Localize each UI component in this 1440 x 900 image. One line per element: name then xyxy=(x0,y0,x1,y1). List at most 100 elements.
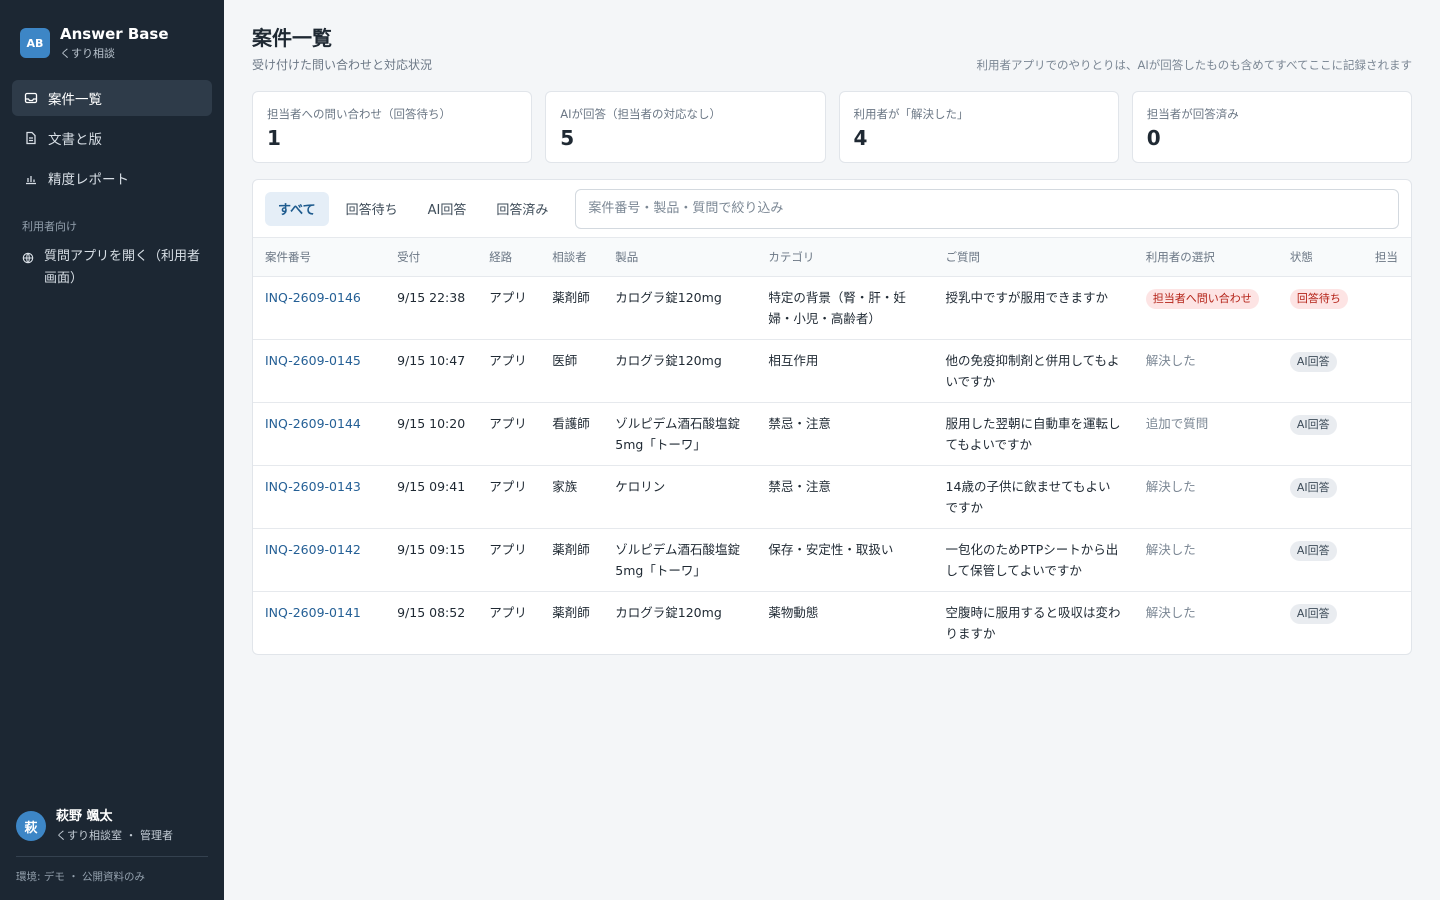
choice-cell: 追加で質問 xyxy=(1133,402,1278,466)
case-id-link[interactable]: INQ-2609-0142 xyxy=(265,542,361,557)
column-header[interactable]: 受付 xyxy=(385,238,478,277)
assignee-cell xyxy=(1362,339,1411,403)
inbox-icon xyxy=(24,91,38,105)
table-row[interactable]: INQ-2609-0146 9/15 22:38 アプリ 薬剤師 カログラ錠12… xyxy=(253,276,1411,340)
page-subtitle: 受け付けた問い合わせと対応状況 xyxy=(252,58,433,72)
avatar: 萩 xyxy=(16,811,46,841)
question-cell: 他の免疫抑制剤と併用してもよいですか xyxy=(933,339,1134,403)
status-badge: AI回答 xyxy=(1289,540,1337,561)
product-cell: ゾルピデム酒石酸塩錠5mg「トーワ」 xyxy=(603,402,757,466)
status-badge: AI回答 xyxy=(1289,477,1337,498)
tab-awaiting[interactable]: 回答待ち xyxy=(333,192,411,226)
status-badge: AI回答 xyxy=(1289,603,1337,624)
nav-section-label: 利用者向け xyxy=(22,220,77,233)
received-cell: 9/15 10:20 xyxy=(385,402,478,466)
case-id-link[interactable]: INQ-2609-0145 xyxy=(265,353,361,368)
table-row[interactable]: INQ-2609-0143 9/15 09:41 アプリ 家族 ケロリン 禁忌・… xyxy=(253,465,1411,529)
search-input[interactable] xyxy=(575,188,1399,229)
environment-label: 環境: デモ ・ 公開資料のみ xyxy=(16,856,208,900)
document-icon xyxy=(24,131,38,145)
cases-panel: すべて 回答待ち AI回答 回答済み 案件番号 受付 経路 相談者 製品 カテゴ… xyxy=(252,179,1412,655)
assignee-cell xyxy=(1362,528,1411,592)
column-header[interactable]: 経路 xyxy=(477,238,541,277)
column-header[interactable]: 状態 xyxy=(1277,238,1363,277)
case-id-link[interactable]: INQ-2609-0144 xyxy=(265,416,361,431)
page-title: 案件一覧 xyxy=(252,26,332,50)
table-header-row: 案件番号 受付 経路 相談者 製品 カテゴリ ご質問 利用者の選択 状態 担当 xyxy=(253,238,1411,277)
choice-badge: 担当者へ問い合わせ xyxy=(1145,288,1259,309)
app-subtitle: くすり相談 xyxy=(60,47,115,60)
case-id-link[interactable]: INQ-2609-0146 xyxy=(265,290,361,305)
column-header[interactable]: 利用者の選択 xyxy=(1133,238,1278,277)
question-cell: 服用した翌朝に自動車を運転してもよいですか xyxy=(933,402,1134,466)
nav-item-label: 精度レポート xyxy=(48,172,129,188)
requester-cell: 家族 xyxy=(540,465,604,529)
stat-value: 4 xyxy=(853,126,868,150)
nav-item-cases[interactable]: 案件一覧 xyxy=(12,80,212,116)
user-profile[interactable]: 萩 萩野 颯太 くすり相談室 ・ 管理者 xyxy=(0,808,224,856)
main-nav: 案件一覧 文書と版 精度レポート xyxy=(0,78,224,200)
stat-card-awaiting: 担当者への問い合わせ（回答待ち） 1 xyxy=(252,91,533,163)
status-badge: AI回答 xyxy=(1289,414,1337,435)
user-role: くすり相談室 ・ 管理者 xyxy=(56,829,173,842)
stats-row: 担当者への問い合わせ（回答待ち） 1 AIが回答（担当者の対応なし） 5 利用者… xyxy=(252,91,1412,163)
status-badge: 回答待ち xyxy=(1289,288,1348,309)
stat-value: 5 xyxy=(560,126,575,150)
channel-cell: アプリ xyxy=(477,276,541,340)
nav-item-accuracy-report[interactable]: 精度レポート xyxy=(12,160,212,196)
product-cell: ケロリン xyxy=(603,465,757,529)
stat-card-resolved: 利用者が「解決した」 4 xyxy=(838,91,1119,163)
app-logo: AB xyxy=(20,28,50,58)
assignee-cell xyxy=(1362,402,1411,466)
product-cell: ゾルピデム酒石酸塩錠5mg「トーワ」 xyxy=(603,528,757,592)
tab-answered[interactable]: 回答済み xyxy=(483,192,561,226)
brand: AB Answer Base くすり相談 xyxy=(0,0,224,78)
column-header[interactable]: 案件番号 xyxy=(253,238,386,277)
category-cell: 相互作用 xyxy=(756,339,934,403)
assignee-cell xyxy=(1363,591,1411,654)
stat-card-ai-answered: AIが回答（担当者の対応なし） 5 xyxy=(545,91,826,163)
category-cell: 薬物動態 xyxy=(768,604,819,620)
requester-cell: 薬剤師 xyxy=(540,276,604,340)
requester-cell: 医師 xyxy=(540,339,604,403)
product-cell: カログラ錠120mg xyxy=(615,604,722,620)
nav-item-label: 案件一覧 xyxy=(48,92,102,108)
table-row[interactable]: INQ-2609-0144 9/15 10:20 アプリ 看護師 ゾルピデム酒石… xyxy=(253,402,1411,466)
tab-ai-answered[interactable]: AI回答 xyxy=(415,192,480,226)
question-cell: 一包化のためPTPシートから出して保管してよいですか xyxy=(933,528,1134,592)
column-header[interactable]: 担当 xyxy=(1362,238,1411,277)
table-row[interactable]: INQ-2609-0142 9/15 09:15 アプリ 薬剤師 ゾルピデム酒石… xyxy=(253,528,1411,592)
table-row[interactable]: INQ-2609-0145 9/15 10:47 アプリ 医師 カログラ錠120… xyxy=(253,339,1411,403)
product-cell: カログラ錠120mg xyxy=(603,276,757,340)
requester-cell: 薬剤師 xyxy=(552,604,590,620)
product-cell: カログラ錠120mg xyxy=(603,339,757,403)
app-title: Answer Base xyxy=(60,25,169,43)
received-cell: 9/15 10:47 xyxy=(385,339,478,403)
stat-card-staff-answered: 担当者が回答済み 0 xyxy=(1131,91,1412,163)
question-cell: 空腹時に服用すると吸収は変わりますか xyxy=(945,604,1121,641)
nav-item-label: 質問アプリを開く（利用者画面） xyxy=(44,249,201,286)
tab-all[interactable]: すべて xyxy=(265,191,329,226)
choice-cell: 解決した xyxy=(1145,604,1196,620)
table-row[interactable]: INQ-2609-0141 9/15 08:52 アプリ 薬剤師 カログラ錠12… xyxy=(253,591,1411,654)
stat-value: 0 xyxy=(1146,126,1161,150)
column-header[interactable]: 相談者 xyxy=(540,238,604,277)
choice-cell: 解決した xyxy=(1133,339,1278,403)
nav-item-open-user-app[interactable]: 質問アプリを開く（利用者画面） xyxy=(0,240,224,296)
column-header[interactable]: 製品 xyxy=(603,238,757,277)
requester-cell: 薬剤師 xyxy=(540,528,604,592)
column-header[interactable]: カテゴリ xyxy=(756,238,934,277)
channel-cell: アプリ xyxy=(477,339,541,403)
requester-cell: 看護師 xyxy=(540,402,604,466)
channel-cell: アプリ xyxy=(477,402,541,466)
category-cell: 特定の背景（腎・肝・妊婦・小児・高齢者） xyxy=(756,276,934,340)
nav-item-documents[interactable]: 文書と版 xyxy=(12,120,212,156)
category-cell: 保存・安定性・取扱い xyxy=(756,528,934,592)
bar-chart-icon xyxy=(24,171,38,185)
stat-label: 担当者が回答済み xyxy=(1146,107,1239,121)
received-cell: 9/15 09:15 xyxy=(385,528,478,592)
case-id-link[interactable]: INQ-2609-0141 xyxy=(265,605,361,620)
globe-icon xyxy=(22,250,34,272)
column-header[interactable]: ご質問 xyxy=(933,238,1134,277)
case-id-link[interactable]: INQ-2609-0143 xyxy=(265,479,361,494)
